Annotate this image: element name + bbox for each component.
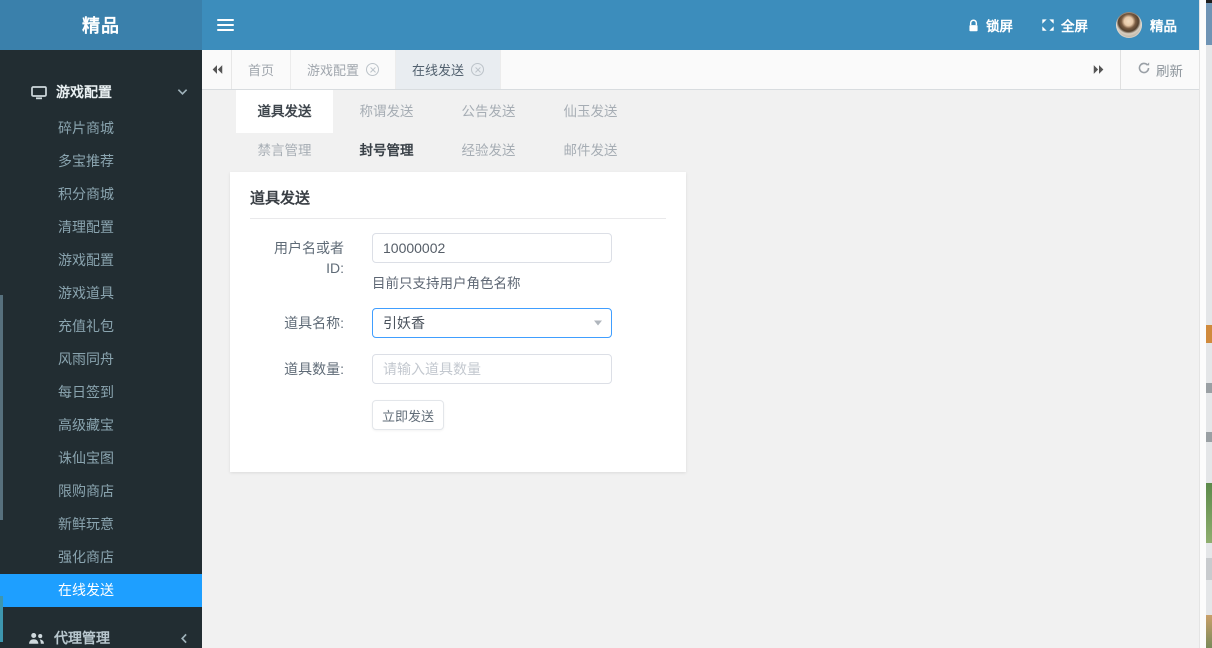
user-name: 精品 [1150,19,1177,34]
sidebar-agent-label: 代理管理 [54,630,110,646]
double-left-icon [212,65,222,74]
page-scrollbar[interactable] [1199,0,1206,648]
send-now-button[interactable]: 立即发送 [372,400,444,430]
username-input[interactable] [372,233,612,263]
desktop-artifact [1206,3,1212,45]
tab-title-send[interactable]: 称谓发送 [338,90,435,133]
page-tabbar: 首页 游戏配置 在线发送 刷新 [202,50,1199,90]
desktop-artifact [1206,483,1212,543]
page-tab-home[interactable]: 首页 [232,50,292,89]
tab-exp-send[interactable]: 经验发送 [440,133,537,172]
sidebar-group-game-config[interactable]: 游戏配置 [0,72,202,112]
sidebar-item-enhance-shop[interactable]: 强化商店 [0,541,202,574]
sidebar-item-cleanup-config[interactable]: 清理配置 [0,211,202,244]
admin-app: 精品 锁屏 全屏 精品 游戏配置 碎片商城 多宝推荐 积分商城 清理配置 游戏配… [0,0,1212,648]
lock-icon [967,18,980,33]
tab-xianyu-send[interactable]: 仙玉发送 [542,90,639,133]
desktop-artifact [1206,325,1212,343]
item-send-form: 用户名或者ID: 目前只支持用户角色名称 道具名称: 引妖香 [230,233,686,430]
fullscreen-button[interactable]: 全屏 [1027,0,1102,50]
content-tabs: 道具发送 称谓发送 公告发送 仙玉发送 禁言管理 封号管理 经验发送 邮件发送 [236,90,644,172]
header-right: 锁屏 全屏 精品 [953,0,1199,50]
hamburger-icon [216,16,234,34]
sidebar-item-fragment-mall[interactable]: 碎片商城 [0,112,202,145]
tabbar-right-controls: 刷新 [1078,50,1199,89]
sidebar-group-agent-manage[interactable]: 代理管理 [0,618,202,648]
double-right-icon [1093,65,1104,74]
sidebar-item-advanced-treasure[interactable]: 高级藏宝 [0,409,202,442]
sidebar-item-limited-shop[interactable]: 限购商店 [0,475,202,508]
refresh-label: 刷新 [1156,63,1183,79]
tab-mute-manage[interactable]: 禁言管理 [236,133,333,172]
tab-mail-send[interactable]: 邮件发送 [542,133,639,172]
sidebar-toggle-button[interactable] [202,0,248,50]
sidebar-item-zhuxian-map[interactable]: 诛仙宝图 [0,442,202,475]
select-caret-icon [594,320,602,326]
sidebar: 游戏配置 碎片商城 多宝推荐 积分商城 清理配置 游戏配置 游戏道具 充值礼包 … [0,50,202,648]
sidebar-item-game-items[interactable]: 游戏道具 [0,277,202,310]
app-logo[interactable]: 精品 [0,0,202,50]
fullscreen-label: 全屏 [1061,19,1088,34]
lock-screen-button[interactable]: 锁屏 [953,0,1027,50]
sidebar-item-daily-signin[interactable]: 每日签到 [0,376,202,409]
users-icon [28,632,45,645]
desktop-artifact [1206,558,1212,580]
panel-title: 道具发送 [250,172,666,219]
chevron-left-icon [180,633,188,644]
content-area: 道具发送 称谓发送 公告发送 仙玉发送 禁言管理 封号管理 经验发送 邮件发送 … [202,90,1199,648]
desktop-edge-artifacts [1206,0,1212,648]
fullscreen-icon [1041,18,1055,32]
item-qty-field-label: 道具数量: [284,361,344,377]
user-avatar [1116,12,1142,38]
sidebar-item-fengyu-tongzhou[interactable]: 风雨同舟 [0,343,202,376]
sidebar-item-online-send[interactable]: 在线发送 [0,574,202,607]
tabs-scroll-left-button[interactable] [202,50,232,89]
page-tab-game-config-label: 游戏配置 [307,63,360,78]
username-field-label: 用户名或者ID: [274,240,344,276]
tab-ban-manage[interactable]: 封号管理 [338,133,435,172]
sidebar-item-points-mall[interactable]: 积分商城 [0,178,202,211]
app-logo-text: 精品 [82,16,120,36]
refresh-icon [1137,61,1151,78]
item-name-select-value: 引妖香 [383,315,425,331]
sidebar-group-label: 游戏配置 [56,84,112,100]
chevron-down-icon [177,88,188,96]
sidebar-item-fresh-stuff[interactable]: 新鲜玩意 [0,508,202,541]
sidebar-item-duobao-recommend[interactable]: 多宝推荐 [0,145,202,178]
tab-item-send[interactable]: 道具发送 [236,90,333,133]
tab-notice-send[interactable]: 公告发送 [440,90,537,133]
refresh-button[interactable]: 刷新 [1120,50,1199,89]
desktop-artifact [1206,615,1212,648]
page-tab-home-label: 首页 [248,63,275,78]
page-tab-online-send-label: 在线发送 [412,63,465,78]
tab-close-icon[interactable] [366,63,380,76]
sidebar-item-recharge-pack[interactable]: 充值礼包 [0,310,202,343]
page-tab-game-config[interactable]: 游戏配置 [291,50,397,89]
user-menu[interactable]: 精品 [1102,0,1199,50]
item-send-panel: 道具发送 用户名或者ID: 目前只支持用户角色名称 道具名称: 引妖香 [230,172,686,472]
sidebar-item-game-config[interactable]: 游戏配置 [0,244,202,277]
desktop-artifact [1206,432,1212,442]
username-help-text: 目前只支持用户角色名称 [372,276,521,291]
tabs-scroll-right-button[interactable] [1078,50,1120,89]
page-tab-online-send[interactable]: 在线发送 [396,50,502,89]
desktop-artifact [1206,383,1212,393]
monitor-icon [31,85,47,100]
item-qty-input[interactable] [372,354,612,384]
lock-screen-label: 锁屏 [986,19,1013,34]
item-name-field-label: 道具名称: [284,315,344,331]
top-header: 锁屏 全屏 精品 [202,0,1199,50]
item-name-select[interactable]: 引妖香 [372,308,612,338]
tab-close-icon[interactable] [471,63,485,76]
